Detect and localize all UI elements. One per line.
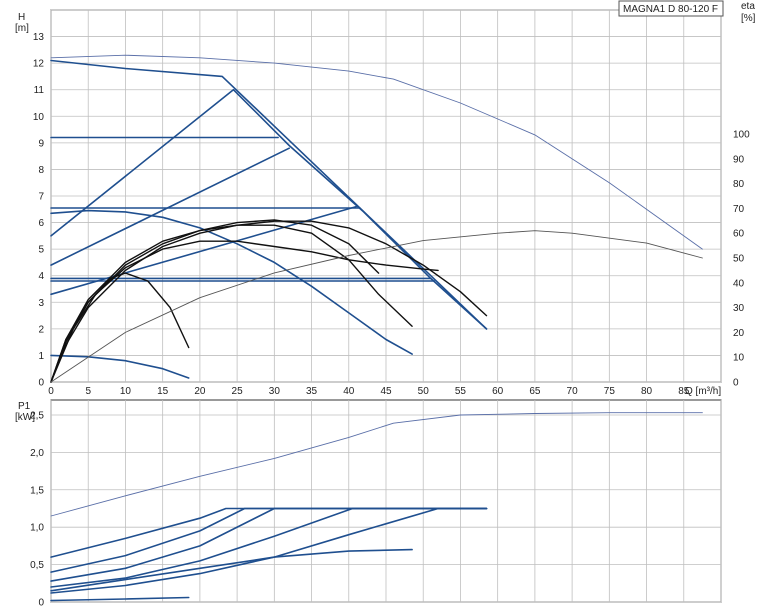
eta-tick-label: 90 xyxy=(733,154,745,165)
head-y-tick-label: 11 xyxy=(34,85,45,96)
power-y-tick-label: 1,5 xyxy=(30,485,44,496)
head-x-tick-label: 80 xyxy=(641,386,653,397)
head-y-tick-label: 13 xyxy=(33,32,45,43)
head-y-tick-label: 8 xyxy=(38,165,44,176)
head-y-tick-label: 5 xyxy=(38,245,44,256)
power-y-tick-label: 0,5 xyxy=(30,560,44,571)
head-y-tick-label: 10 xyxy=(33,112,45,123)
pump-curve-chart: 0 5 10 15 20 25 30 35 40 45 50 55 60 65 70 75 80 85 0 1 2 3 4 5… xyxy=(0,0,774,611)
head-x-tick-label: 35 xyxy=(306,386,318,397)
head-x-tick-label: 50 xyxy=(418,386,430,397)
head-y-tick-label: 6 xyxy=(38,218,44,229)
head-y-tick-label: 7 xyxy=(38,192,44,203)
head-y-tick-label: 0 xyxy=(38,378,44,389)
eta-tick-label: 70 xyxy=(733,204,745,215)
eta-tick-label: 80 xyxy=(733,179,745,190)
eta-tick-label: 0 xyxy=(733,378,739,389)
head-x-tick-label: 60 xyxy=(492,386,504,397)
head-y-tick-label: 1 xyxy=(38,351,44,362)
power-axis-label: P1 xyxy=(18,401,31,412)
eta-tick-label: 100 xyxy=(733,130,750,141)
eta-tick-label: 30 xyxy=(733,303,745,314)
head-axis-label: H xyxy=(18,12,25,23)
eta-tick-label: 60 xyxy=(733,229,745,240)
eta-axis-unit: [%] xyxy=(741,13,756,24)
head-x-tick-label: 75 xyxy=(604,386,616,397)
head-y-tick-label: 4 xyxy=(38,271,44,282)
head-x-tick-label: 70 xyxy=(567,386,579,397)
head-x-tick-label: 5 xyxy=(85,386,91,397)
power-y-tick-label: 1,0 xyxy=(30,523,44,534)
head-x-tick-label: 0 xyxy=(48,386,54,397)
eta-tick-label: 50 xyxy=(733,254,745,265)
head-y-tick-label: 12 xyxy=(33,59,45,70)
eta-tick-label: 10 xyxy=(733,353,745,364)
head-x-tick-label: 15 xyxy=(157,386,169,397)
head-x-tick-label: 65 xyxy=(529,386,541,397)
chart-title: MAGNA1 D 80-120 F xyxy=(623,4,718,15)
eta-tick-label: 40 xyxy=(733,278,745,289)
head-x-tick-label: 25 xyxy=(232,386,244,397)
head-y-tick-label: 9 xyxy=(38,138,44,149)
head-x-tick-label: 55 xyxy=(455,386,467,397)
head-x-tick-label: 30 xyxy=(269,386,281,397)
head-x-tick-label: 40 xyxy=(343,386,355,397)
eta-tick-label: 20 xyxy=(733,328,745,339)
eta-axis-label: eta xyxy=(741,1,755,12)
head-x-tick-label: 20 xyxy=(194,386,206,397)
head-y-tick-label: 3 xyxy=(38,298,44,309)
power-y-tick-label: 2,0 xyxy=(30,448,44,459)
power-axis-unit: [kW] xyxy=(15,412,35,423)
chart-svg: 0 5 10 15 20 25 30 35 40 45 50 55 60 65 70 75 80 85012345… xyxy=(15,0,756,609)
power-y-tick-label: 0 xyxy=(38,598,44,609)
flow-axis-label: Q [m³/h] xyxy=(685,386,721,397)
head-x-tick-label: 10 xyxy=(120,386,132,397)
head-axis-unit: [m] xyxy=(15,23,29,34)
head-x-tick-label: 45 xyxy=(380,386,392,397)
head-y-tick-label: 2 xyxy=(38,324,44,335)
